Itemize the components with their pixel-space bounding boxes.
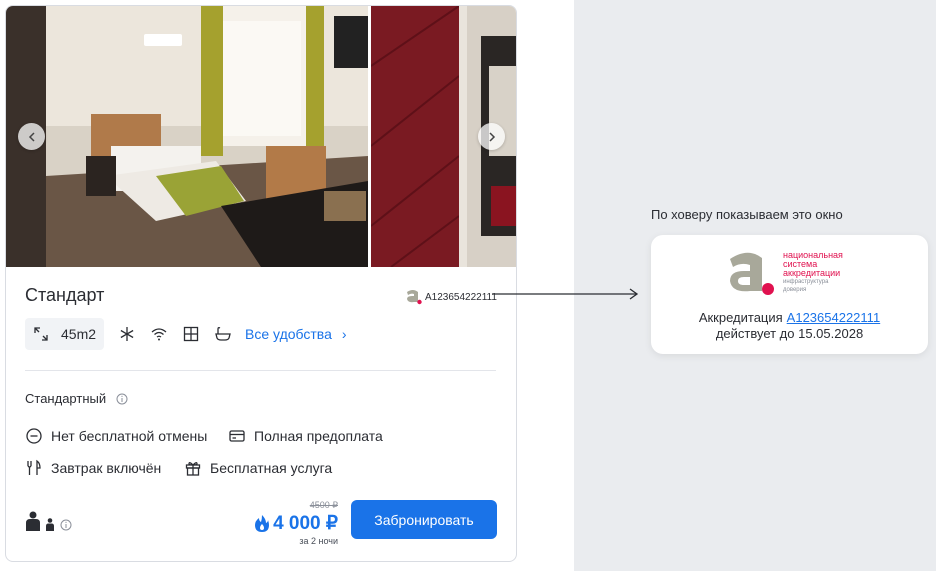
wifi-icon [150, 325, 168, 343]
card-icon [229, 430, 245, 442]
photo-gallery[interactable] [6, 6, 516, 267]
accreditation-logo: национальная система аккредитации инфрас… [726, 249, 843, 297]
divider [25, 370, 496, 371]
condition-label: Завтрак включён [51, 460, 162, 476]
chevron-left-icon [28, 131, 35, 142]
gallery-next-button[interactable] [478, 123, 505, 150]
all-amenities-label: Все удобства [245, 326, 332, 342]
condition-prepay: Полная предоплата [228, 427, 383, 445]
gallery-prev-button[interactable] [18, 123, 45, 150]
price-value: 4 000 ₽ [273, 513, 338, 534]
tariff-name: Стандартный [25, 391, 107, 406]
accreditation-line: Аккредитация A123654222111 [651, 310, 928, 325]
current-price: 4 000 ₽ [236, 512, 338, 535]
room-card: Стандарт A123654222111 45m2 Все удобства… [5, 5, 517, 562]
child-icon [46, 518, 54, 531]
amenities-row: 45m2 Все удобства › [25, 318, 347, 350]
accreditation-label: Аккредитация [698, 310, 783, 325]
safe-icon [182, 325, 200, 343]
condition-no-cancel: Нет бесплатной отмены [25, 427, 207, 445]
accreditation-logo-icon [407, 290, 422, 305]
area-value: 45m2 [61, 326, 97, 342]
all-amenities-link[interactable]: Все удобства › [245, 326, 347, 342]
logo-subline: доверия [783, 287, 807, 293]
tariff-row: Стандартный [25, 391, 128, 406]
accreditation-code-mini: A123654222111 [425, 291, 497, 303]
logo-line: аккредитации [783, 268, 841, 278]
condition-free-service: Бесплатная услуга [184, 459, 332, 477]
accreditation-valid-until: действует до 15.05.2028 [715, 326, 864, 341]
fork-knife-icon [27, 459, 41, 475]
snowflake-icon [118, 325, 136, 343]
expand-arrows-icon [34, 327, 48, 341]
old-price: 4500 ₽ [309, 500, 338, 510]
condition-breakfast: Завтрак включён [25, 459, 161, 477]
adult-icon [26, 511, 40, 531]
no-entry-icon [26, 428, 42, 444]
info-icon[interactable] [116, 393, 128, 405]
accreditation-popup: национальная система аккредитации инфрас… [651, 235, 928, 354]
bath-icon [214, 325, 232, 343]
logo-subline: инфраструктура [783, 279, 829, 285]
room-title: Стандарт [25, 285, 105, 305]
room-photo-main [6, 6, 368, 267]
chevron-right-icon: › [341, 326, 347, 342]
accreditation-logo-icon [730, 252, 774, 295]
accreditation-code-link[interactable]: A123654222111 [787, 310, 881, 325]
logo-text: национальная система аккредитации инфрас… [783, 251, 843, 294]
chevron-right-icon [488, 131, 495, 142]
condition-label: Полная предоплата [254, 428, 383, 444]
area-chip: 45m2 [25, 318, 105, 350]
condition-label: Нет бесплатной отмены [51, 428, 208, 444]
condition-label: Бесплатная услуга [210, 460, 333, 476]
accreditation-badge[interactable]: A123654222111 [405, 289, 497, 305]
book-button[interactable]: Забронировать [351, 500, 497, 539]
price-block: 4500 ₽ 4 000 ₽ за 2 ночи [236, 500, 338, 546]
hover-note-title: По ховеру показываем это окно [651, 207, 843, 222]
nights-label: за 2 ночи [299, 536, 338, 546]
guests-indicator [25, 511, 72, 531]
info-icon[interactable] [60, 519, 72, 531]
gift-icon [185, 462, 201, 476]
fire-icon [255, 515, 270, 532]
